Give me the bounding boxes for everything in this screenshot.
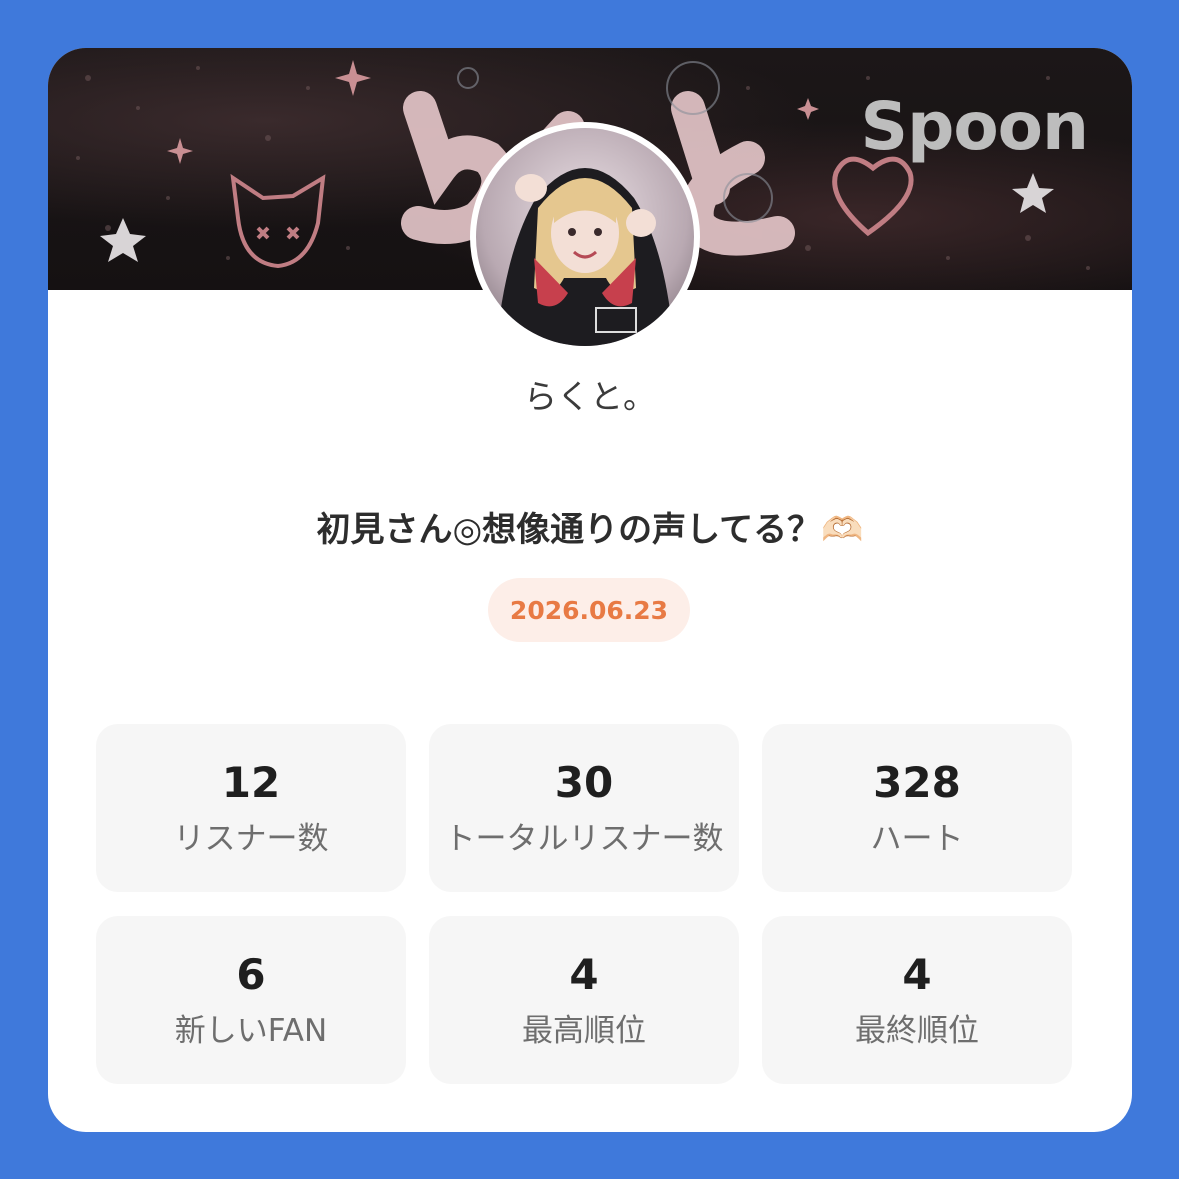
avatar (470, 122, 700, 352)
avatar-image (476, 128, 694, 346)
stat-label: トータルリスナー数 (444, 820, 724, 857)
stat-label: 新しいFAN (174, 1012, 328, 1049)
stat-value: 6 (236, 949, 266, 999)
stats-grid: 12 リスナー数 30 トータルリスナー数 328 ハート 6 新しいFAN 4… (96, 724, 1072, 1084)
stat-card-hearts: 328 ハート (762, 724, 1072, 892)
stat-value: 4 (569, 949, 599, 999)
stat-label: リスナー数 (173, 820, 329, 857)
stat-card-final-rank: 4 最終順位 (762, 916, 1072, 1084)
stat-value: 12 (221, 757, 281, 807)
stat-value: 328 (873, 757, 961, 807)
stat-card-total-listeners: 30 トータルリスナー数 (429, 724, 739, 892)
stat-label: 最終順位 (855, 1012, 979, 1049)
stat-card-new-fans: 6 新しいFAN (96, 916, 406, 1084)
stat-label: ハート (870, 820, 964, 857)
stat-value: 4 (902, 949, 932, 999)
spoon-logo: Spoon (860, 88, 1089, 165)
live-title: 初見さん◎想像通りの声してる？🫶🏻 (316, 510, 864, 550)
date-badge: 2026.06.23 (488, 578, 690, 642)
profile-nickname: らくと。 (524, 377, 656, 416)
stat-card-listeners: 12 リスナー数 (96, 724, 406, 892)
stat-card-highest-rank: 4 最高順位 (429, 916, 739, 1084)
avatar-portrait (496, 168, 674, 346)
stat-label: 最高順位 (522, 1012, 646, 1049)
live-report-card: Spoon らくと。 初見さん◎想像通りの声してる？🫶🏻 2026.06.23 … (48, 48, 1132, 1132)
stat-value: 30 (554, 757, 614, 807)
